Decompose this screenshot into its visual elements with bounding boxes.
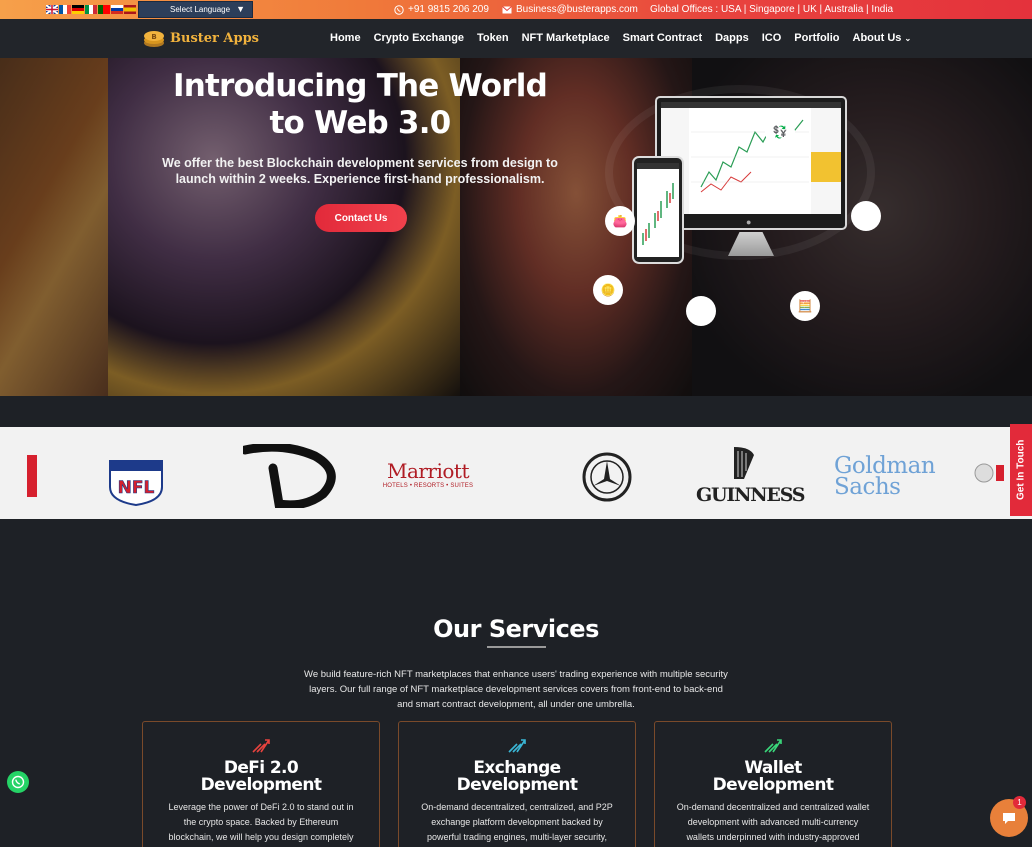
mercedes-benz-logo — [582, 452, 632, 507]
hero-subtitle: We offer the best Blockchain development… — [162, 156, 558, 186]
chat-bubble-icon — [1003, 813, 1015, 824]
flag-fr-icon[interactable] — [59, 5, 71, 14]
services-heading-part1: Our — [433, 615, 481, 643]
apple-logo-icon: ● — [746, 217, 752, 227]
sachs-wordmark: Sachs — [834, 474, 901, 500]
flag-pt-icon[interactable] — [98, 5, 110, 14]
guinness-logo: GUINNESS — [696, 445, 806, 506]
coins-hand-icon: 🪙 — [593, 275, 623, 305]
service-card-wallet[interactable]: Wallet Development On-demand decentraliz… — [654, 721, 892, 847]
service-card-defi[interactable]: DeFi 2.0 Development Leverage the power … — [142, 721, 380, 847]
card-title: Exchange Development — [399, 760, 635, 794]
marriott-tagline: HOTELS • RESORTS • SUITES — [382, 483, 474, 489]
guinness-wordmark: GUINNESS — [696, 484, 806, 506]
trading-chart-image — [661, 102, 841, 214]
card-title-line2: Development — [712, 775, 834, 795]
rocket-icon — [251, 736, 271, 758]
nav-item-dapps[interactable]: Dapps — [715, 32, 749, 44]
global-offices-text: Global Offices : USA | Singapore | UK | … — [650, 4, 894, 15]
heading-underline — [487, 646, 546, 648]
partial-brand-logo — [27, 455, 37, 497]
top-bar: Select Language ▼ +91 9815 206 209 Busin… — [0, 0, 1032, 19]
client-logos-strip: NFL Marriott HOTELS • RESORTS • SUITES G… — [0, 427, 1032, 519]
coin-stack-icon: B — [144, 31, 164, 47]
language-select[interactable]: Select Language ▼ — [138, 1, 253, 18]
harp-icon — [734, 447, 754, 479]
nav-item-portfolio[interactable]: Portfolio — [794, 32, 839, 44]
nav-menu: Home Crypto Exchange Token NFT Marketpla… — [330, 32, 911, 44]
logo-text: Buster Apps — [170, 30, 259, 46]
marriott-logo: Marriott HOTELS • RESORTS • SUITES — [380, 459, 476, 489]
chevron-down-icon: ⌄ — [904, 34, 912, 43]
phone-number: +91 9815 206 209 — [408, 4, 489, 15]
whatsapp-icon[interactable] — [7, 771, 29, 793]
nav-item-home[interactable]: Home — [330, 32, 361, 44]
card-title: DeFi 2.0 Development — [143, 760, 379, 794]
wallet-icon: 👛 — [605, 206, 635, 236]
bitcoin-icon: ₿ — [851, 201, 881, 231]
marriott-wordmark: Marriott — [386, 459, 470, 483]
dollar-coin-icon: 💱 — [765, 117, 795, 147]
flag-it-icon[interactable] — [85, 5, 97, 14]
logo[interactable]: B Buster Apps — [142, 26, 259, 50]
email-link[interactable]: Business@busterapps.com — [502, 4, 638, 15]
disney-logo — [240, 442, 339, 513]
contact-us-button[interactable]: Contact Us — [315, 204, 407, 232]
whatsapp-small-icon — [394, 4, 404, 15]
phone-link[interactable]: +91 9815 206 209 — [394, 4, 489, 15]
exchange-icon: 🖥 — [686, 296, 716, 326]
services-heading-part2: Services — [488, 615, 600, 643]
flag-de-icon[interactable] — [72, 5, 84, 14]
card-description: On-demand decentralized and centralized … — [676, 802, 870, 842]
calculator-icon: 🧮 — [790, 291, 820, 321]
card-description: On-demand decentralized, centralized, an… — [421, 802, 613, 842]
nav-item-about-us[interactable]: About Us ⌄ — [853, 32, 912, 44]
envelope-icon — [502, 5, 512, 13]
rocket-icon — [507, 736, 527, 758]
nav-item-crypto-exchange[interactable]: Crypto Exchange — [374, 32, 464, 44]
flag-es-icon[interactable] — [124, 5, 136, 14]
phone-chart-image — [637, 163, 679, 245]
nav-item-ico[interactable]: ICO — [762, 32, 782, 44]
caret-down-icon: ▼ — [236, 4, 245, 14]
chat-notification-badge: 1 — [1013, 796, 1026, 809]
language-select-label: Select Language — [170, 5, 231, 14]
services-heading: Our Services — [0, 615, 1032, 643]
hero-title: Introducing The World to Web 3.0 — [140, 68, 580, 142]
card-title: Wallet Development — [655, 760, 891, 794]
card-description: Leverage the power of DeFi 2.0 to stand … — [168, 802, 354, 842]
nav-item-about-us-label: About Us — [852, 32, 902, 44]
goldman-sachs-logo: Goldman Sachs — [834, 455, 936, 500]
nav-item-smart-contract[interactable]: Smart Contract — [623, 32, 702, 44]
card-title-line2: Development — [200, 775, 322, 795]
phone-screen — [637, 163, 679, 257]
nav-item-nft-marketplace[interactable]: NFT Marketplace — [522, 32, 610, 44]
flag-en-icon[interactable] — [45, 4, 59, 15]
nfl-logo: NFL — [106, 457, 166, 512]
flag-ru-icon[interactable] — [111, 5, 123, 14]
services-description: We build feature-rich NFT marketplaces t… — [304, 669, 728, 710]
get-in-touch-tab[interactable]: Get In Touch — [1010, 424, 1032, 516]
phone-mockup — [632, 156, 684, 264]
rocket-icon — [763, 736, 783, 758]
language-flags — [45, 4, 136, 15]
hero-title-line1: Introducing The World — [172, 68, 548, 104]
trading-screen — [661, 102, 841, 214]
nav-item-token[interactable]: Token — [477, 32, 509, 44]
global-offices: Global Offices : USA | Singapore | UK | … — [650, 4, 893, 15]
email-address: Business@busterapps.com — [516, 4, 638, 15]
svg-text:B: B — [151, 33, 156, 41]
partial-brand-logo-right — [974, 463, 1004, 490]
hero-title-line2: to Web 3.0 — [269, 105, 452, 141]
svg-text:NFL: NFL — [118, 478, 155, 498]
card-title-line2: Development — [456, 775, 578, 795]
service-card-exchange[interactable]: Exchange Development On-demand decentral… — [398, 721, 636, 847]
